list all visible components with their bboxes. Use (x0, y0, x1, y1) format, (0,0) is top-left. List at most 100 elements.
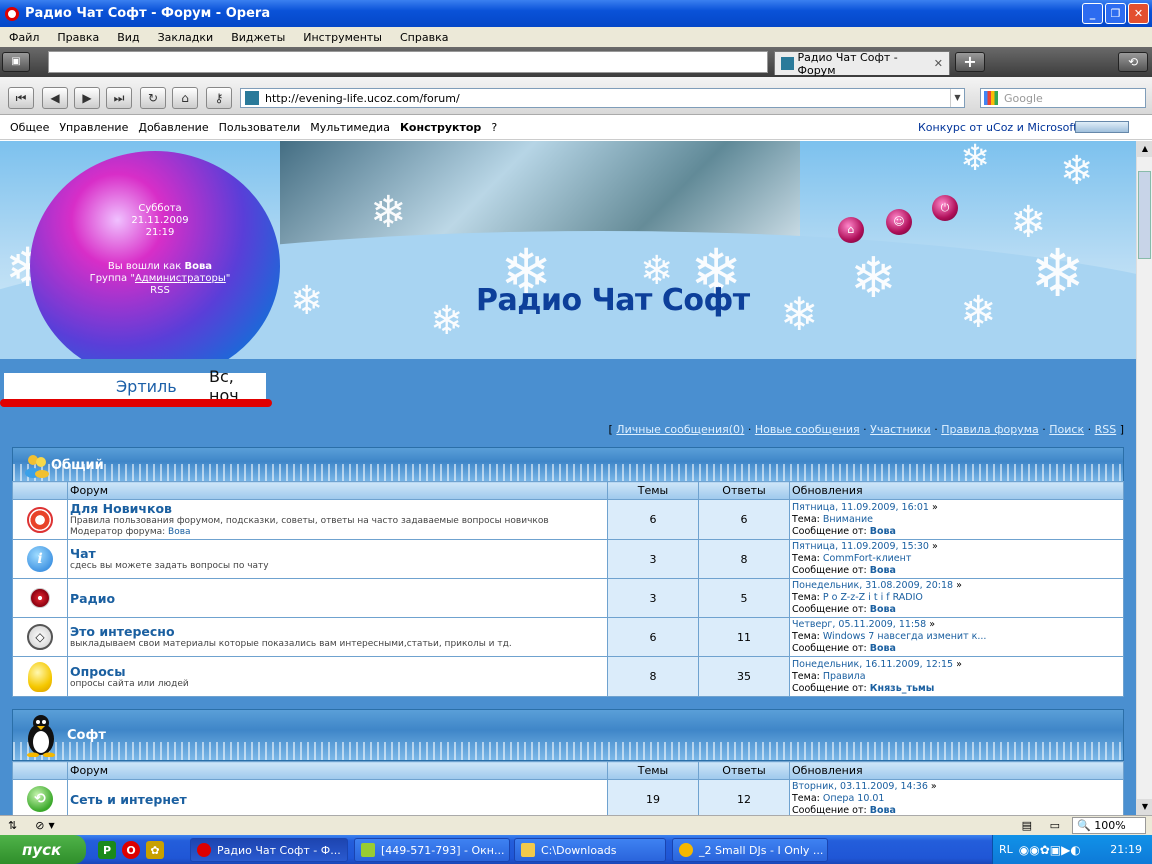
reload-button[interactable]: ↻ (140, 87, 166, 109)
home-button[interactable]: ⌂ (172, 87, 198, 109)
link-new-messages[interactable]: Новые сообщения (755, 423, 860, 436)
quicklaunch-app-icon[interactable]: P (98, 841, 116, 859)
last-topic-link[interactable]: Опера 10.01 (823, 793, 885, 804)
go-arrow-icon[interactable]: » (956, 659, 962, 670)
link-private-messages[interactable]: Личные сообщения(0) (616, 423, 744, 436)
tray-icons[interactable]: ◉◉✿▣▶◐ (1019, 843, 1081, 857)
ucoz-menu-constructor[interactable]: Конструктор (395, 121, 486, 134)
last-topic-link[interactable]: Внимание (823, 514, 873, 525)
ucoz-bar-slider[interactable] (1075, 121, 1129, 133)
menu-edit[interactable]: Правка (48, 31, 108, 44)
task-opera[interactable]: Радио Чат Софт - Ф... (190, 838, 348, 862)
closed-tabs-trash-button[interactable]: ⟲ (1118, 52, 1148, 72)
panel-icon[interactable]: ▤ (1022, 819, 1032, 832)
go-arrow-icon[interactable]: » (932, 502, 938, 513)
last-author-link[interactable]: Князь_тьмы (870, 683, 935, 694)
task-chat-window[interactable]: [449-571-793] - Окн... (354, 838, 510, 862)
exit-ornament-icon[interactable]: ⏻ (932, 195, 958, 221)
login-user[interactable]: Вова (184, 261, 212, 272)
moderator-link[interactable]: Вова (168, 527, 191, 537)
header-rss-link[interactable]: RSS (80, 285, 240, 297)
forum-title-link[interactable]: Радио (70, 591, 605, 606)
scroll-down-icon[interactable]: ▼ (1137, 799, 1152, 815)
transfer-icon[interactable]: ⇅ (8, 819, 17, 832)
menu-file[interactable]: Файл (0, 31, 48, 44)
chevron-down-icon[interactable]: ▼ (48, 821, 54, 830)
group-link[interactable]: Администраторы (135, 273, 226, 284)
home-ornament-icon[interactable]: ⌂ (838, 217, 864, 243)
page-scrollbar[interactable]: ▲ ▼ (1136, 141, 1152, 815)
go-arrow-icon[interactable]: » (931, 781, 937, 792)
address-field[interactable]: http://evening-life.ucoz.com/forum/ ▼ (240, 88, 965, 108)
forum-title-link[interactable]: Сеть и интернет (70, 792, 605, 807)
last-topic-link[interactable]: Windows 7 навсегда изменит к... (823, 631, 987, 642)
menu-tools[interactable]: Инструменты (294, 31, 391, 44)
ucoz-menu-users[interactable]: Пользователи (214, 121, 306, 134)
link-rss[interactable]: RSS (1095, 423, 1117, 436)
ucoz-menu-multimedia[interactable]: Мультимедиа (305, 121, 395, 134)
zoom-control[interactable]: 🔍 100% (1072, 817, 1146, 834)
ucoz-menu-help[interactable]: ? (486, 121, 502, 134)
search-field[interactable]: Google (980, 88, 1146, 108)
link-members[interactable]: Участники (870, 423, 931, 436)
forum-title-link[interactable]: Для Новичков (70, 501, 605, 516)
category-header[interactable]: Общий (12, 447, 1124, 483)
tab-close-icon[interactable]: ✕ (934, 57, 943, 70)
category-name[interactable]: Общий (51, 458, 104, 473)
tab-active[interactable]: Радио Чат Софт - Форум ✕ (774, 51, 950, 77)
clock[interactable]: 21:19 (1110, 843, 1142, 856)
go-arrow-icon[interactable]: » (929, 619, 935, 630)
view-mode-icon[interactable]: ▭ (1050, 819, 1060, 832)
forward-button[interactable]: ▶ (74, 87, 100, 109)
content-blocker-icon[interactable]: ⊘ (35, 819, 44, 832)
last-post-date-link[interactable]: Четверг, 05.11.2009, 11:58 (792, 619, 926, 630)
last-author-link[interactable]: Вова (870, 805, 896, 815)
last-topic-link[interactable]: Правила (823, 671, 866, 682)
task-downloads-folder[interactable]: C:\Downloads (514, 838, 666, 862)
task-media-player[interactable]: _2 Small DJs - I Only ... (672, 838, 828, 862)
wand-button[interactable]: ⚷ (206, 87, 232, 109)
forum-title-link[interactable]: Опросы (70, 664, 605, 679)
go-arrow-icon[interactable]: » (932, 541, 938, 552)
ucoz-menu-add[interactable]: Добавление (133, 121, 213, 134)
last-post-date-link[interactable]: Пятница, 11.09.2009, 15:30 (792, 541, 929, 552)
link-search[interactable]: Поиск (1049, 423, 1084, 436)
new-tab-button[interactable]: + (955, 52, 985, 72)
minimize-button[interactable]: _ (1082, 3, 1103, 24)
last-topic-link[interactable]: P o Z-z-Z i t i f RADIO (823, 592, 923, 603)
category-name[interactable]: Софт (67, 728, 106, 743)
last-author-link[interactable]: Вова (870, 565, 896, 576)
last-post-date-link[interactable]: Пятница, 11.09.2009, 16:01 (792, 502, 929, 513)
language-indicator[interactable]: RL (999, 843, 1013, 856)
last-post-date-link[interactable]: Понедельник, 31.08.2009, 20:18 (792, 580, 953, 591)
menu-help[interactable]: Справка (391, 31, 457, 44)
ucoz-menu-manage[interactable]: Управление (54, 121, 133, 134)
last-author-link[interactable]: Вова (870, 604, 896, 615)
category-header[interactable]: Софт (12, 709, 1124, 761)
last-author-link[interactable]: Вова (870, 643, 896, 654)
last-topic-link[interactable]: CommFort-клиент (823, 553, 912, 564)
close-button[interactable]: ✕ (1128, 3, 1149, 24)
address-dropdown-icon[interactable]: ▼ (950, 89, 964, 107)
menu-widgets[interactable]: Виджеты (222, 31, 294, 44)
rewind-button[interactable]: ⏮ (8, 87, 34, 109)
panel-toggle-button[interactable]: ▣ (2, 52, 30, 72)
ucoz-contest-link[interactable]: Конкурс от uCoz и Microsoft (918, 121, 1077, 134)
last-author-link[interactable]: Вова (870, 526, 896, 537)
scroll-up-icon[interactable]: ▲ (1137, 141, 1152, 157)
scroll-thumb[interactable] (1138, 171, 1151, 259)
restore-button[interactable]: ❐ (1105, 3, 1126, 24)
quicklaunch-opera-icon[interactable]: O (122, 841, 140, 859)
last-post-date-link[interactable]: Понедельник, 16.11.2009, 12:15 (792, 659, 953, 670)
back-button[interactable]: ◀ (42, 87, 68, 109)
forum-title-link[interactable]: Чат (70, 546, 605, 561)
menu-view[interactable]: Вид (108, 31, 148, 44)
go-arrow-icon[interactable]: » (956, 580, 962, 591)
menu-bookmarks[interactable]: Закладки (149, 31, 223, 44)
link-forum-rules[interactable]: Правила форума (941, 423, 1039, 436)
start-button[interactable]: пуск (0, 835, 86, 864)
forum-title-link[interactable]: Это интересно (70, 624, 605, 639)
quicklaunch-icq-icon[interactable]: ✿ (146, 841, 164, 859)
ucoz-menu-general[interactable]: Общее (0, 121, 54, 134)
user-ornament-icon[interactable]: ☺ (886, 209, 912, 235)
